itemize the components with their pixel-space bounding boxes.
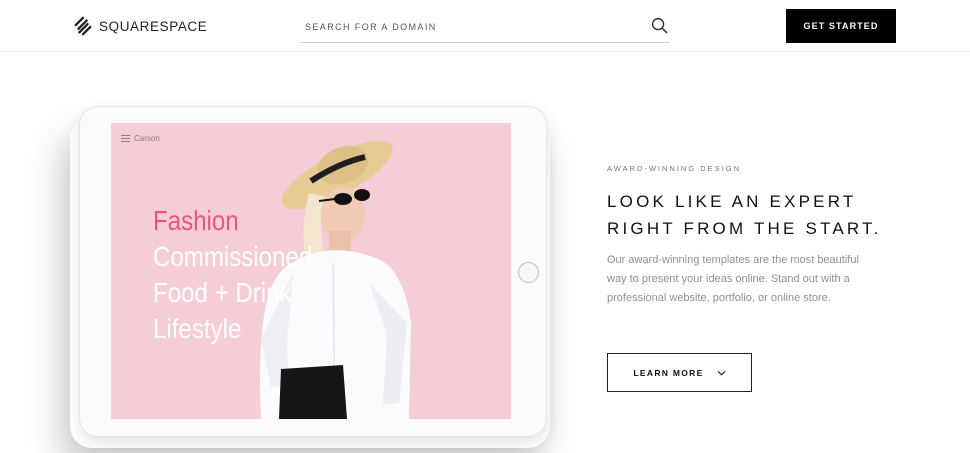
hamburger-menu-icon bbox=[121, 135, 130, 142]
learn-more-button[interactable]: LEARN MORE bbox=[607, 353, 752, 392]
feature-headline: LOOK LIKE AN EXPERT RIGHT FROM THE START… bbox=[607, 188, 907, 242]
learn-more-label: LEARN MORE bbox=[633, 367, 704, 378]
logo-text: SQUARESPACE bbox=[99, 18, 208, 34]
chevron-down-icon bbox=[717, 370, 726, 376]
get-started-button[interactable]: GET STARTED bbox=[786, 9, 896, 43]
category-commissioned: Commissioned bbox=[153, 241, 313, 272]
category-lifestyle: Lifestyle bbox=[153, 313, 242, 344]
tablet-home-button bbox=[518, 262, 539, 283]
preview-site-nav: Carson bbox=[121, 134, 160, 143]
squarespace-logo[interactable]: SQUARESPACE bbox=[72, 15, 207, 37]
category-fashion: Fashion bbox=[153, 205, 239, 236]
squarespace-logo-icon bbox=[74, 16, 92, 36]
feature-description: Our award-winning templates are the most… bbox=[607, 254, 859, 304]
site-header: SQUARESPACE GET STARTED bbox=[0, 0, 970, 52]
preview-site-name: Carson bbox=[134, 134, 160, 143]
feature-eyebrow: AWARD-WINNING DESIGN bbox=[607, 164, 742, 173]
headline-line-1: LOOK LIKE AN EXPERT bbox=[607, 192, 857, 211]
preview-category-list: Fashion Commissioned Food + Drink Lifest… bbox=[153, 203, 338, 347]
category-food-drink: Food + Drink bbox=[153, 277, 292, 308]
template-preview-screen: Carson Fashion Commissioned Food + Drink… bbox=[111, 123, 511, 419]
domain-search-input[interactable] bbox=[305, 18, 635, 36]
search-icon[interactable] bbox=[651, 17, 668, 34]
domain-search bbox=[300, 12, 670, 43]
headline-line-2: RIGHT FROM THE START. bbox=[607, 219, 882, 238]
